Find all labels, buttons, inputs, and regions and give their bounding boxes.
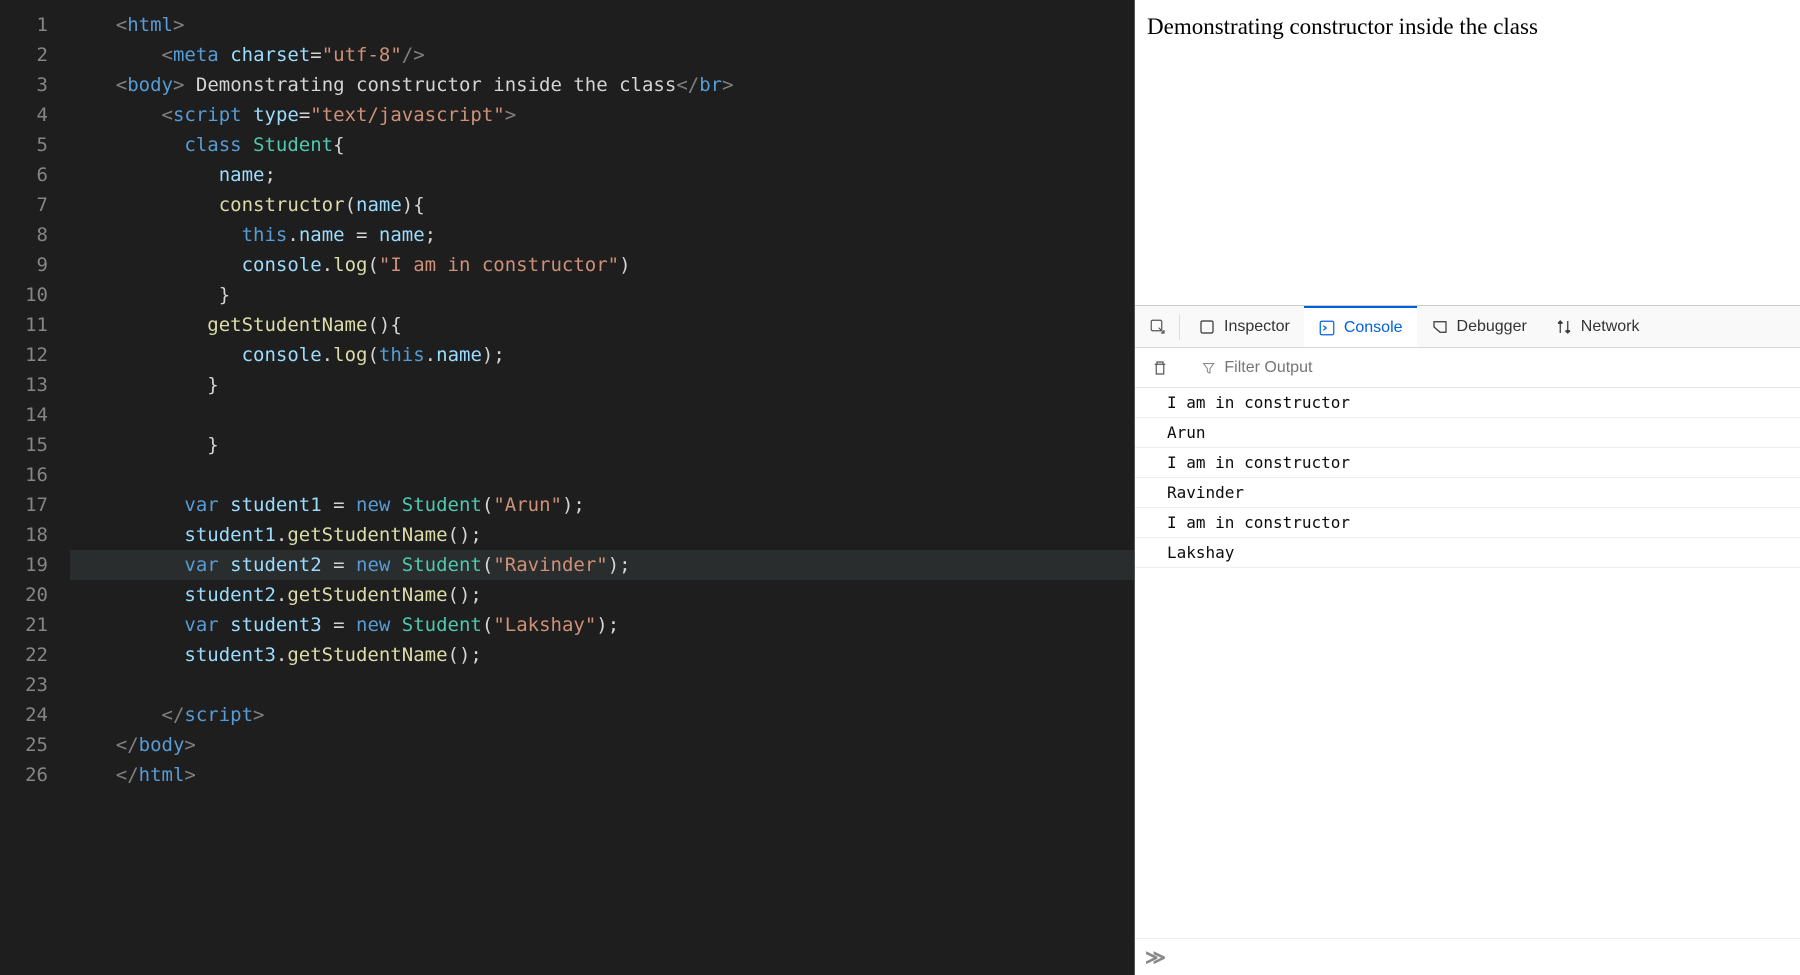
filter-icon (1201, 360, 1216, 376)
line-number: 25 (0, 730, 48, 760)
page-text: Demonstrating constructor inside the cla… (1147, 14, 1538, 39)
code-line[interactable] (70, 460, 1134, 490)
devtools-panel: Inspector Console Debugger Network (1135, 305, 1800, 975)
code-line[interactable]: console.log("I am in constructor") (70, 250, 1134, 280)
tab-console[interactable]: Console (1304, 306, 1417, 347)
code-line[interactable]: } (70, 280, 1134, 310)
tab-console-label: Console (1344, 319, 1403, 337)
code-line[interactable]: } (70, 430, 1134, 460)
console-message: Ravinder (1135, 478, 1800, 508)
line-number: 17 (0, 490, 48, 520)
code-line[interactable]: constructor(name){ (70, 190, 1134, 220)
line-number: 22 (0, 640, 48, 670)
code-line[interactable]: var student3 = new Student("Lakshay"); (70, 610, 1134, 640)
code-line[interactable] (70, 670, 1134, 700)
code-line[interactable]: </html> (70, 760, 1134, 790)
code-line[interactable]: <html> (70, 10, 1134, 40)
code-line[interactable]: </script> (70, 700, 1134, 730)
tab-debugger[interactable]: Debugger (1417, 306, 1541, 347)
line-number: 13 (0, 370, 48, 400)
line-number: 23 (0, 670, 48, 700)
console-message: Lakshay (1135, 538, 1800, 568)
devtools-tabbar: Inspector Console Debugger Network (1135, 306, 1800, 348)
line-number: 2 (0, 40, 48, 70)
code-line[interactable]: } (70, 370, 1134, 400)
debugger-icon (1431, 318, 1449, 336)
console-input-row[interactable]: ≫ (1135, 938, 1800, 975)
line-number: 12 (0, 340, 48, 370)
code-line[interactable]: student1.getStudentName(); (70, 520, 1134, 550)
line-number: 9 (0, 250, 48, 280)
line-number: 20 (0, 580, 48, 610)
line-number: 5 (0, 130, 48, 160)
console-prompt-icon: ≫ (1145, 945, 1166, 969)
tab-inspector-label: Inspector (1224, 318, 1290, 336)
code-area[interactable]: <html> <meta charset="utf-8"/> <body> De… (70, 10, 1134, 975)
tab-inspector[interactable]: Inspector (1184, 306, 1304, 347)
line-number: 26 (0, 760, 48, 790)
code-line[interactable]: <body> Demonstrating constructor inside … (70, 70, 1134, 100)
console-message: I am in constructor (1135, 448, 1800, 478)
clear-console-icon[interactable] (1143, 351, 1177, 385)
code-line[interactable]: console.log(this.name); (70, 340, 1134, 370)
code-editor[interactable]: 1234567891011121314151617181920212223242… (0, 0, 1134, 975)
line-number: 3 (0, 70, 48, 100)
line-number: 19 (0, 550, 48, 580)
code-line[interactable] (70, 400, 1134, 430)
line-number: 24 (0, 700, 48, 730)
console-message: Arun (1135, 418, 1800, 448)
element-picker-icon[interactable] (1141, 310, 1175, 344)
line-number: 16 (0, 460, 48, 490)
code-line[interactable]: <script type="text/javascript"> (70, 100, 1134, 130)
code-line[interactable]: var student2 = new Student("Ravinder"); (70, 550, 1134, 580)
line-number: 4 (0, 100, 48, 130)
tab-network[interactable]: Network (1541, 306, 1654, 347)
console-icon (1318, 319, 1336, 337)
console-message: I am in constructor (1135, 508, 1800, 538)
code-line[interactable]: name; (70, 160, 1134, 190)
rendered-page: Demonstrating constructor inside the cla… (1135, 0, 1800, 305)
line-number: 8 (0, 220, 48, 250)
line-number: 21 (0, 610, 48, 640)
line-number: 15 (0, 430, 48, 460)
line-number-gutter: 1234567891011121314151617181920212223242… (0, 10, 70, 975)
line-number: 1 (0, 10, 48, 40)
console-message: I am in constructor (1135, 388, 1800, 418)
line-number: 18 (0, 520, 48, 550)
line-number: 10 (0, 280, 48, 310)
code-line[interactable]: this.name = name; (70, 220, 1134, 250)
inspector-icon (1198, 318, 1216, 336)
code-line[interactable]: var student1 = new Student("Arun"); (70, 490, 1134, 520)
code-line[interactable]: student2.getStudentName(); (70, 580, 1134, 610)
tab-network-label: Network (1581, 318, 1640, 336)
code-line[interactable]: getStudentName(){ (70, 310, 1134, 340)
console-output[interactable]: I am in constructorArunI am in construct… (1135, 388, 1800, 938)
code-line[interactable]: </body> (70, 730, 1134, 760)
code-line[interactable]: student3.getStudentName(); (70, 640, 1134, 670)
line-number: 11 (0, 310, 48, 340)
console-toolbar (1135, 348, 1800, 388)
line-number: 6 (0, 160, 48, 190)
network-icon (1555, 318, 1573, 336)
browser-panel: Demonstrating constructor inside the cla… (1134, 0, 1800, 975)
code-line[interactable]: class Student{ (70, 130, 1134, 160)
filter-output-input[interactable] (1224, 359, 1792, 377)
line-number: 7 (0, 190, 48, 220)
code-line[interactable]: <meta charset="utf-8"/> (70, 40, 1134, 70)
line-number: 14 (0, 400, 48, 430)
tab-debugger-label: Debugger (1457, 318, 1527, 336)
